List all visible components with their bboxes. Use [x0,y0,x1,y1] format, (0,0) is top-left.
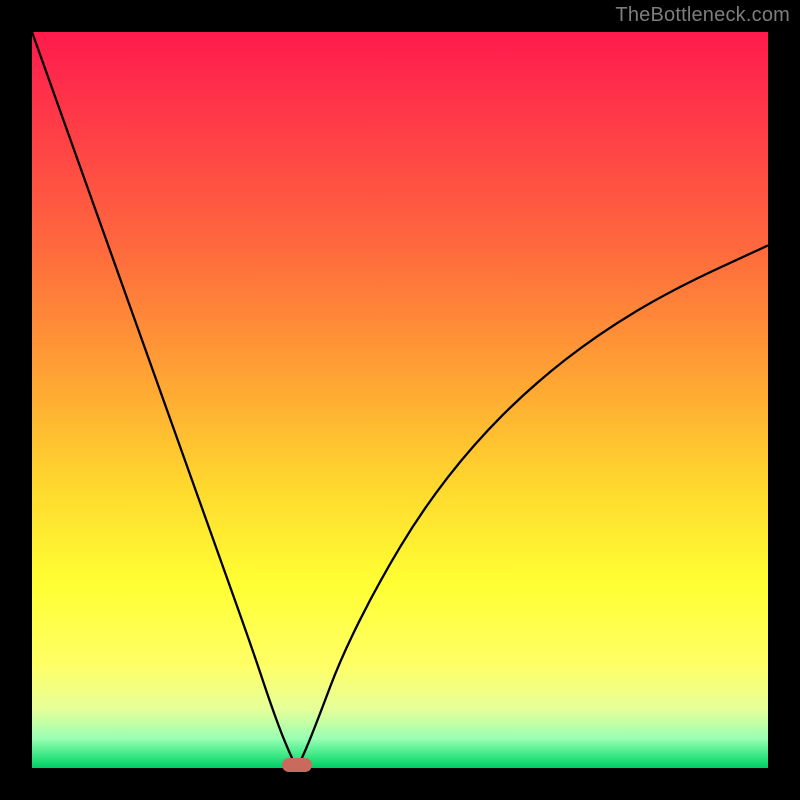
chart-area [32,32,768,768]
optimum-marker [282,758,312,772]
watermark-text: TheBottleneck.com [615,4,790,27]
bottleneck-curve [32,32,768,768]
chart-frame: TheBottleneck.com [0,0,800,800]
